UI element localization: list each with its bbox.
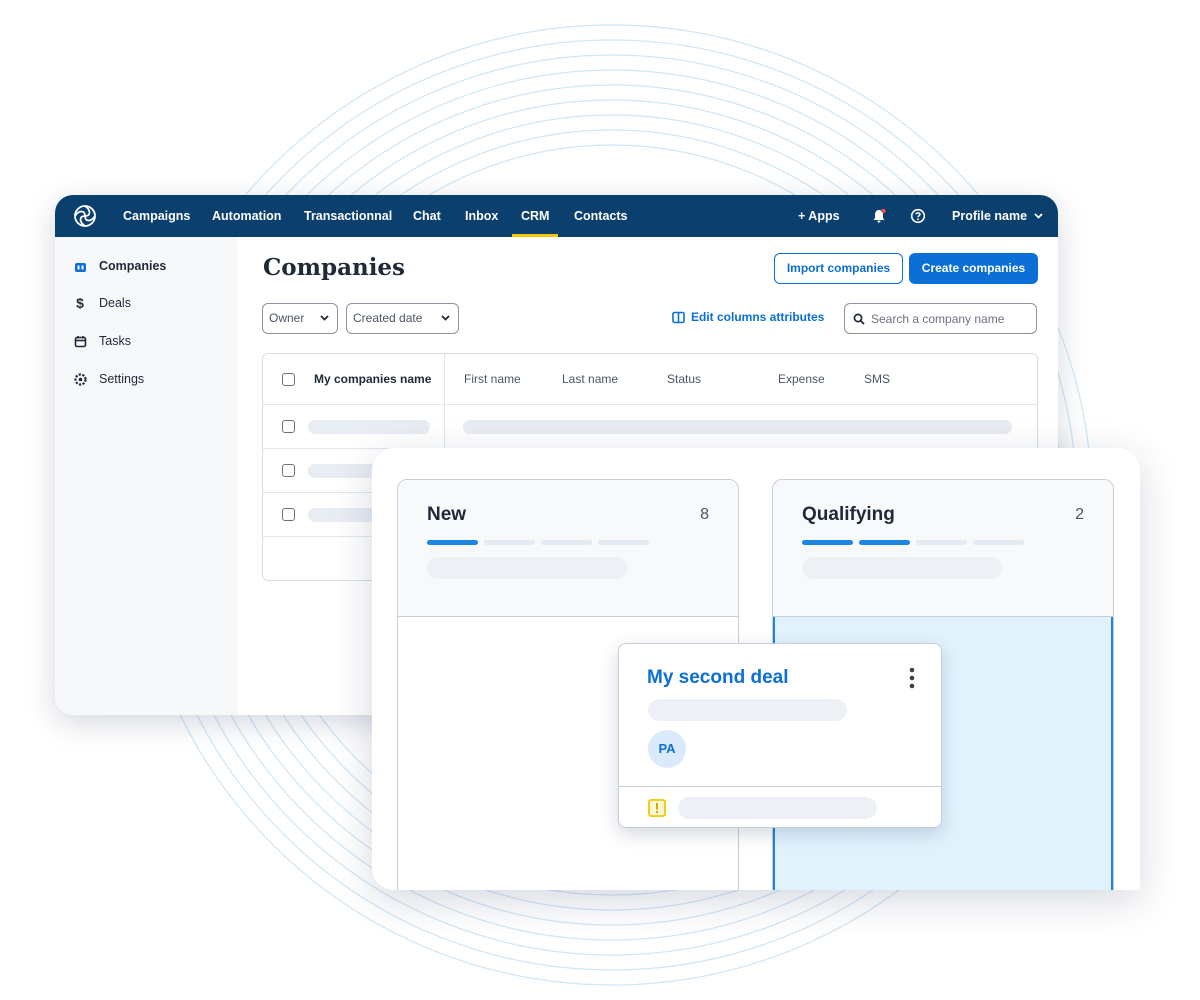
sidebar-item-tasks[interactable]: Tasks	[73, 331, 131, 351]
chevron-down-icon	[441, 315, 450, 321]
deal-title[interactable]: My second deal	[647, 667, 789, 689]
sidebar-item-label: Deals	[99, 296, 131, 310]
column-header-sms[interactable]: SMS	[864, 372, 890, 386]
nav-item-chat[interactable]: Chat	[413, 195, 441, 237]
column-header: Qualifying 2	[773, 480, 1113, 617]
help-icon[interactable]	[910, 208, 926, 224]
chevron-down-icon[interactable]	[1034, 213, 1043, 219]
stage-progress	[427, 540, 655, 545]
sidebar-item-companies[interactable]: Companies	[73, 256, 166, 276]
placeholder-bar	[463, 420, 1012, 434]
placeholder-bar	[802, 557, 1002, 579]
apps-button[interactable]: + Apps	[798, 195, 840, 237]
gear-icon	[73, 372, 87, 386]
column-header-status[interactable]: Status	[667, 372, 701, 386]
dollar-icon: $	[76, 295, 84, 311]
warning-icon	[648, 799, 666, 817]
column-count: 2	[1075, 506, 1084, 523]
nav-item-inbox[interactable]: Inbox	[465, 195, 498, 237]
deal-card-footer	[619, 786, 941, 828]
top-navigation: Campaigns Automation Transactionnal Chat…	[55, 195, 1058, 237]
edit-columns-link[interactable]: Edit columns attributes	[672, 310, 824, 324]
progress-segment	[484, 540, 535, 545]
row-checkbox[interactable]	[282, 508, 295, 521]
placeholder-bar	[427, 557, 627, 579]
row-checkbox[interactable]	[282, 420, 295, 433]
column-header-last-name[interactable]: Last name	[562, 372, 618, 386]
placeholder-bar	[308, 420, 430, 434]
created-date-filter-label: Created date	[353, 311, 423, 325]
nav-item-campaigns[interactable]: Campaigns	[123, 195, 190, 237]
progress-segment	[802, 540, 853, 545]
search-input[interactable]	[871, 311, 1031, 326]
progress-segment	[427, 540, 478, 545]
column-title: Qualifying	[802, 504, 895, 525]
deal-card[interactable]: My second deal PA	[618, 643, 942, 828]
nav-item-crm[interactable]: CRM	[511, 195, 560, 237]
page-title: Companies	[263, 254, 406, 281]
profile-name: Profile name	[952, 209, 1028, 223]
created-date-filter[interactable]: Created date	[346, 303, 459, 334]
chevron-down-icon	[320, 315, 329, 321]
table-header: My companies name First name Last name S…	[263, 354, 1037, 405]
nav-item-contacts[interactable]: Contacts	[574, 195, 627, 237]
sidebar-item-deals[interactable]: $ Deals	[73, 293, 131, 313]
profile-menu[interactable]: Profile name	[952, 195, 1027, 237]
nav-item-automation[interactable]: Automation	[212, 195, 281, 237]
create-companies-button[interactable]: Create companies	[909, 253, 1038, 284]
column-header-company-name[interactable]: My companies name	[314, 372, 431, 386]
owner-filter[interactable]: Owner	[262, 303, 338, 334]
progress-segment	[973, 540, 1024, 545]
avatar[interactable]: PA	[648, 730, 686, 768]
columns-icon	[672, 311, 685, 323]
search-box	[844, 303, 1037, 334]
table-row[interactable]	[263, 405, 1037, 449]
progress-segment	[598, 540, 649, 545]
progress-segment	[859, 540, 910, 545]
sidebar: Companies $ Deals Tasks Settings	[55, 237, 238, 715]
stage-progress	[802, 540, 1030, 545]
progress-segment	[916, 540, 967, 545]
edit-columns-label: Edit columns attributes	[691, 310, 825, 324]
column-header: New 8	[398, 480, 738, 617]
kebab-menu-icon[interactable]	[909, 667, 915, 689]
sidebar-item-settings[interactable]: Settings	[73, 369, 144, 389]
sidebar-item-label: Settings	[99, 372, 145, 386]
placeholder-bar	[648, 699, 847, 721]
column-header-expense[interactable]: Expense	[778, 372, 825, 386]
import-companies-button[interactable]: Import companies	[774, 253, 903, 284]
owner-filter-label: Owner	[269, 311, 305, 325]
column-header-first-name[interactable]: First name	[464, 372, 521, 386]
placeholder-bar	[678, 797, 877, 819]
brand-logo-icon[interactable]	[71, 202, 99, 230]
column-title: New	[427, 504, 467, 525]
nav-item-transactionnal[interactable]: Transactionnal	[304, 195, 392, 237]
sidebar-item-label: Tasks	[99, 334, 131, 348]
column-count: 8	[700, 506, 709, 523]
progress-segment	[541, 540, 592, 545]
building-icon	[73, 259, 87, 273]
search-icon	[853, 313, 865, 325]
row-checkbox[interactable]	[282, 464, 295, 477]
sidebar-item-label: Companies	[99, 259, 167, 273]
calendar-icon	[73, 334, 87, 348]
select-all-checkbox[interactable]	[282, 373, 295, 386]
bell-icon[interactable]	[871, 208, 887, 224]
